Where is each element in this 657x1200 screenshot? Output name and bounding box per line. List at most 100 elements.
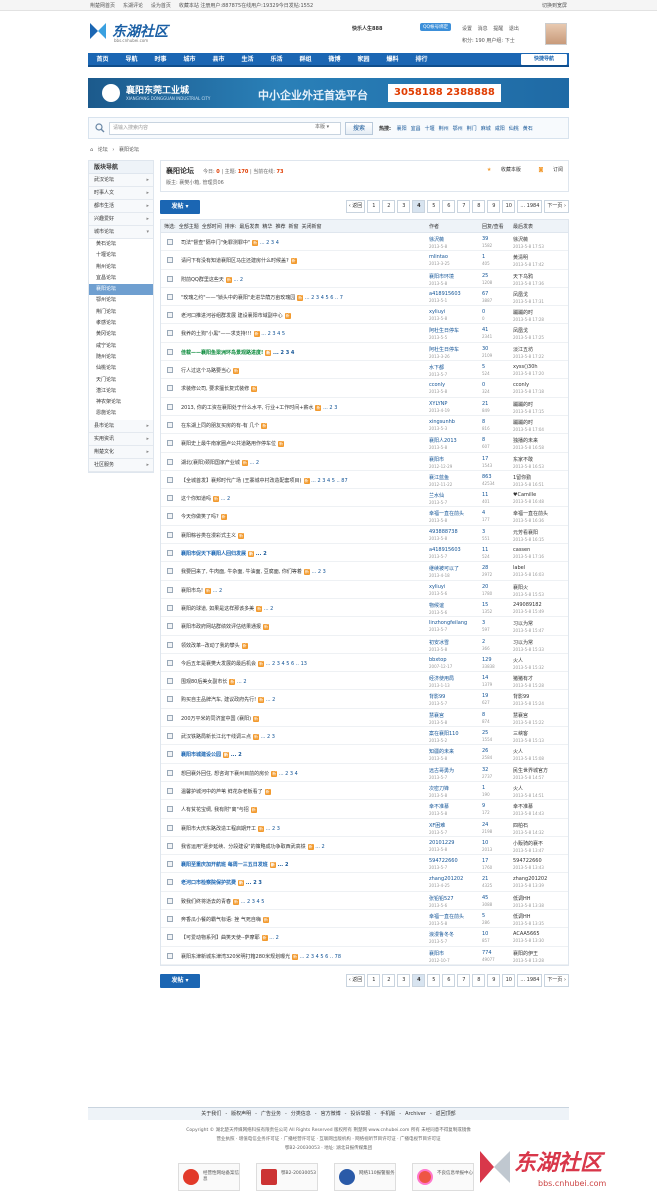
page-link[interactable]: 10 [502, 973, 516, 987]
last-post-date[interactable]: 2013-5-8 15:22 [513, 720, 568, 725]
page-link[interactable]: 8 [472, 973, 486, 987]
last-post-date[interactable]: 2013-5-8 16:03 [513, 572, 568, 577]
author-name[interactable]: 阿杜生日停车 [429, 327, 479, 334]
footer-link[interactable]: 版权声明 [231, 1111, 251, 1117]
author-name[interactable]: 水下都 [429, 364, 479, 371]
author-name[interactable]: 案在襄阳110 [429, 730, 479, 737]
last-poster[interactable]: 民生世界城官方 [513, 767, 568, 774]
sidebar-forum-active[interactable]: 襄阳论坛 [89, 284, 153, 296]
hot-search-link[interactable]: 荆州 [439, 126, 449, 132]
last-post-date[interactable]: 2013-5-8 13:47 [513, 848, 568, 853]
badge-110[interactable]: 网络110报警服务 [334, 1163, 396, 1191]
last-post-date[interactable]: 2013-5-8 16:15 [513, 537, 568, 542]
search-input[interactable]: 请输入搜索内容 [109, 122, 341, 135]
last-post-date[interactable]: 2013-5-8 13:28 [513, 958, 568, 963]
ad-banner[interactable]: 襄阳东莞工业城 XIANGYANG DONGGUAN INDUSTRIAL CI… [88, 78, 569, 108]
search-button[interactable]: 搜索 [345, 122, 373, 135]
new-post-button[interactable]: 发帖 ▾ [160, 973, 200, 988]
last-poster[interactable]: 蹦蹦的时 [513, 309, 568, 316]
top-link[interactable]: 东湖评论 [123, 3, 143, 9]
thread-row[interactable]: 在东湖上同的朋友买房的有-有 几个新 xingsunhb 2013-5-3 8 816… [161, 416, 568, 435]
last-poster[interactable]: 四柏石 [513, 822, 568, 829]
sidebar-group[interactable]: 都市生活 ▸ [89, 200, 153, 213]
last-poster[interactable]: 1留你勤 [513, 474, 568, 481]
author-name[interactable]: XYLYNP [429, 401, 479, 407]
last-poster[interactable]: xyss()30h [513, 364, 568, 370]
sidebar-forum[interactable]: 潜江论坛 [89, 385, 153, 398]
last-post-date[interactable]: 2013-5-8 13:30 [513, 938, 568, 943]
thread-title[interactable]: 今天你做笑了吗? 新 [181, 513, 419, 521]
close-new-window[interactable]: 关闭新窗 [301, 224, 321, 230]
last-post-date[interactable]: 2013-5-8 15:47 [513, 628, 568, 633]
thread-title[interactable]: 襄阳粽谷类在漫彩式主义新 [181, 532, 419, 539]
thread-pages[interactable]: ... 2 3 4 [273, 350, 294, 356]
footer-link[interactable]: 投诉举报 [350, 1111, 370, 1117]
last-poster[interactable]: 幸不准慕 [513, 803, 568, 810]
last-post-date[interactable]: 2013-5-8 17:20 [513, 371, 568, 376]
thread-title[interactable]: 奔香瓜小餐的霸气标语: 挫 气死自嗨新 [181, 916, 419, 923]
thread-title[interactable]: 我养的土狗"小黑"——求支持!!! 新 ... 2 3 4 5 [181, 330, 419, 338]
last-post-date[interactable]: 2013-5-8 17:16 [513, 554, 568, 559]
thread-title[interactable]: 领效改革--改动了我的攀头新 [181, 642, 419, 649]
hot-search-link[interactable]: 襄阳 [397, 126, 407, 132]
last-post-date[interactable]: 2013-5-8 15:24 [513, 701, 568, 706]
thread-row[interactable]: 司法"督查"隔中门"免罪测罪中" 新 ... 2 3 4 徐沢薇 2013-5-8 39… [161, 233, 568, 252]
last-poster[interactable]: 火人 [513, 785, 568, 792]
thread-title[interactable]: 【全城首发】襄邦时代广场 (王寨城中村改造配套项目) 新 ... 2 3 4 5 … [181, 477, 419, 484]
thread-row[interactable]: 领效改革--改动了我的攀头新 初安冰雪 2013-5-8 2 366 习以为常 2013-… [161, 636, 568, 654]
author-name[interactable]: xingsunhb [429, 419, 479, 425]
sidebar-forum[interactable]: 十堰论坛 [89, 250, 153, 262]
last-post-date[interactable]: 2013-5-8 17:15 [513, 409, 568, 414]
thread-title[interactable]: 武汉铁路局新长江北干线调三点新 ... 2 3 [181, 733, 419, 741]
last-post-date[interactable]: 2013-5-8 15:53 [513, 592, 568, 597]
hot-search-link[interactable]: 宜昌 [411, 126, 421, 132]
sidebar-group[interactable]: 荆楚文化 ▸ [89, 446, 153, 459]
thread-title[interactable]: 2013, 你的工资在襄阳处于什么水平, 行业+工作时间+薪水新 ... 2 3 [181, 404, 419, 411]
last-poster[interactable]: 蹦蹦的时 [513, 419, 568, 426]
sidebar-group[interactable]: 县市论坛 ▸ [89, 420, 153, 433]
thread-pages[interactable]: ... 2 [269, 935, 279, 941]
thread-row[interactable]: 佳载——襄阳鱼梁洲环岛景观路进度! 新 ... 2 3 4 阿杜生日停车 2013-3… [161, 343, 568, 362]
last-post-date[interactable]: 2013-5-8 17:53 [513, 244, 568, 249]
last-post-date[interactable]: 2013-5-8 16:53 [513, 464, 568, 469]
last-poster[interactable]: 小贩骑的襄不 [513, 840, 568, 847]
next-page-button[interactable]: 下一页 › [544, 973, 569, 987]
author-name[interactable]: xyliuyi [429, 584, 479, 590]
page-link[interactable]: 8 [472, 200, 486, 213]
badge-icp[interactable]: 经营性网站备案信息 [178, 1163, 240, 1191]
author-name[interactable]: 幸不准慕 [429, 803, 479, 810]
last-poster[interactable]: 徐沢薇 [513, 236, 568, 243]
username[interactable]: 快乐人生888 [352, 25, 382, 32]
thread-row[interactable]: 【可爱动物系列】曲笑天使--萨摩耶新 ... 2 浪漫鲁冬冬 2013-5-7 10 8… [161, 928, 568, 947]
thread-row[interactable]: 襄阳市城建设公园新 ... 2 知疆的未来 2013-5-8 26 2584 火人 2013… [161, 745, 568, 764]
thread-row[interactable]: 奔香瓜小餐的霸气标语: 挫 气死自嗨新 幸福一直在前头 2013-5-8 5 286 低… [161, 910, 568, 929]
thread-pages[interactable]: ... 2 3 [312, 569, 326, 575]
top-link[interactable]: 荆楚网首页 [90, 3, 115, 9]
author-name[interactable]: 初安冰雪 [429, 639, 479, 646]
thread-title[interactable]: 致我们终将逝去的青春新 ... 2 3 4 5 [181, 898, 419, 905]
author-name[interactable]: 背影99 [429, 693, 479, 700]
thread-pages[interactable]: ... 2 3 4 5 6 .. 13 [266, 661, 307, 667]
last-post-date[interactable]: 2013-5-8 14:57 [513, 775, 568, 780]
last-poster[interactable]: 凤凰戈 [513, 327, 568, 334]
thread-pages[interactable]: ... 2 [256, 551, 267, 557]
breadcrumb-item[interactable]: 论坛 [98, 147, 108, 153]
last-poster[interactable]: 蹦蹦的时 [513, 401, 568, 408]
nav-item[interactable]: 家园 [349, 53, 378, 66]
thread-row[interactable]: 行人过这个马路要当心新 水下都 2013-5-7 5 524 xyss()30h 2013… [161, 361, 568, 380]
last-poster[interactable]: 低调HH [513, 913, 568, 920]
user-group[interactable]: 用户组: 下士 [486, 38, 514, 44]
thread-title[interactable]: 围观80后美女副市长新 ... 2 [181, 678, 419, 686]
author-name[interactable]: 次密刀锋 [429, 785, 479, 792]
nav-item[interactable]: 乐活 [262, 53, 291, 66]
sidebar-forum[interactable]: 恩施论坛 [89, 408, 153, 420]
badge-report[interactable]: 不良信息举报中心 [412, 1163, 474, 1191]
last-poster[interactable]: 背影99 [513, 693, 568, 700]
author-name[interactable]: xyliuyi [429, 309, 479, 315]
breadcrumb-item[interactable]: 襄阳论坛 [119, 147, 139, 153]
author-name[interactable]: cconly [429, 382, 479, 388]
footer-link[interactable]: 关于我们 [201, 1111, 221, 1117]
last-poster[interactable]: 元芳看襄阳 [513, 529, 568, 536]
user-score[interactable]: 积分: 190 [462, 38, 485, 44]
thread-pages[interactable]: ... 2 [233, 277, 243, 283]
